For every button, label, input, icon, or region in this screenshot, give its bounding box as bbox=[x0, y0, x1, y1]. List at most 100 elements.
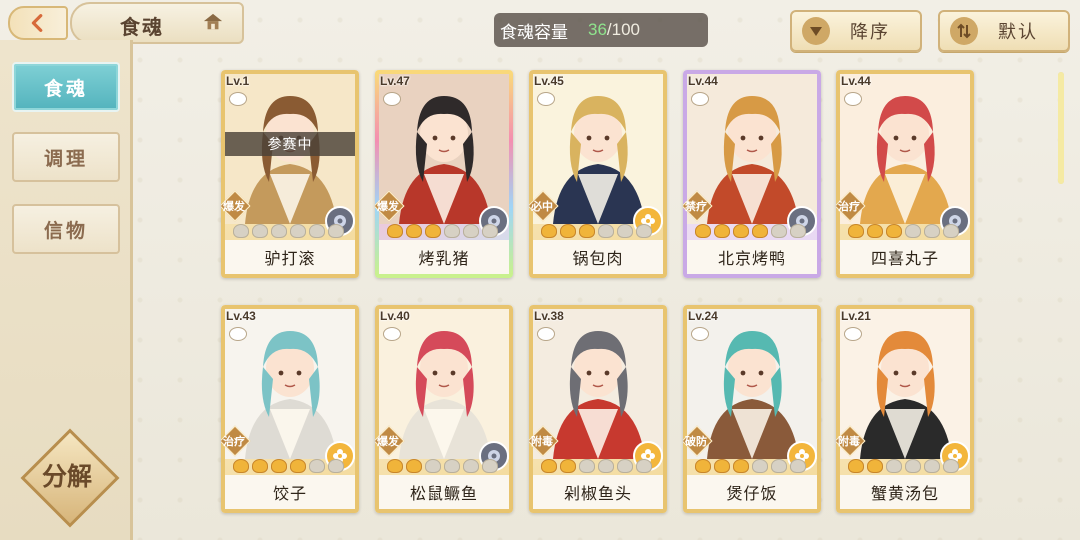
level-label: Lv.43 bbox=[226, 309, 256, 323]
star-icon bbox=[886, 224, 902, 238]
role-badge: 必中 bbox=[529, 190, 559, 222]
role-label: 附毒 bbox=[838, 436, 860, 448]
star-icon bbox=[444, 459, 460, 473]
star-icon bbox=[406, 224, 422, 238]
star-icon bbox=[771, 224, 787, 238]
star-icon bbox=[425, 224, 441, 238]
tab-tokens-label: 信物 bbox=[43, 220, 88, 242]
star-icon bbox=[733, 224, 749, 238]
star-rating bbox=[848, 459, 959, 473]
scrollbar-thumb[interactable] bbox=[1058, 72, 1064, 184]
star-icon bbox=[579, 459, 595, 473]
tab-tokens[interactable]: 信物 bbox=[12, 204, 120, 254]
level-label: Lv.1 bbox=[226, 74, 250, 88]
star-icon bbox=[905, 224, 921, 238]
star-icon bbox=[943, 459, 959, 473]
star-icon bbox=[714, 224, 730, 238]
star-icon bbox=[733, 459, 749, 473]
level-label: Lv.45 bbox=[534, 74, 564, 88]
role-badge: 附毒 bbox=[529, 425, 559, 457]
level-label: Lv.38 bbox=[534, 309, 564, 323]
role-badge: 禁疗 bbox=[683, 190, 713, 222]
scrollbar[interactable] bbox=[1058, 72, 1064, 184]
food-soul-card[interactable]: Lv.44 禁疗 北京烤鸭 bbox=[683, 70, 821, 278]
level-label: Lv.40 bbox=[380, 309, 410, 323]
sort-default-label: 默认 bbox=[998, 22, 1038, 42]
food-soul-card[interactable]: Lv.40 爆发 松鼠鳜鱼 bbox=[375, 305, 513, 513]
card-name: 驴打滚 bbox=[225, 240, 355, 274]
food-soul-card[interactable]: Lv.1 参赛中 爆发 驴打滚 bbox=[221, 70, 359, 278]
status-ribbon: 参赛中 bbox=[225, 132, 355, 156]
star-icon bbox=[636, 224, 652, 238]
tab-cooking[interactable]: 调理 bbox=[12, 132, 120, 182]
back-button[interactable] bbox=[8, 6, 68, 40]
level-label: Lv.44 bbox=[688, 74, 718, 88]
star-icon bbox=[328, 224, 344, 238]
star-icon bbox=[482, 224, 498, 238]
tab-food-souls[interactable]: 食魂 bbox=[12, 62, 120, 112]
decompose-label: 分解 bbox=[41, 463, 92, 491]
card-name: 蟹黄汤包 bbox=[840, 475, 970, 509]
level-label: Lv.47 bbox=[380, 74, 410, 88]
top-bar: 食魂 食魂容量 36 /100 降序 默认 bbox=[0, 0, 1080, 56]
capacity-current: 36 bbox=[588, 20, 607, 39]
tab-cooking-label: 调理 bbox=[43, 148, 88, 170]
food-soul-card[interactable]: Lv.24 破防 煲仔饭 bbox=[683, 305, 821, 513]
chat-bubble-icon bbox=[383, 327, 401, 341]
chat-bubble-icon bbox=[229, 327, 247, 341]
role-badge: 爆发 bbox=[375, 425, 405, 457]
card-name: 煲仔饭 bbox=[687, 475, 817, 509]
role-badge: 破防 bbox=[683, 425, 713, 457]
star-icon bbox=[482, 459, 498, 473]
star-icon bbox=[598, 224, 614, 238]
star-icon bbox=[444, 224, 460, 238]
chat-bubble-icon bbox=[691, 92, 709, 106]
role-label: 治疗 bbox=[223, 436, 245, 448]
role-label: 爆发 bbox=[377, 436, 399, 448]
level-label: Lv.24 bbox=[688, 309, 718, 323]
card-name: 北京烤鸭 bbox=[687, 240, 817, 274]
star-icon bbox=[425, 459, 441, 473]
star-icon bbox=[560, 224, 576, 238]
sort-default-button[interactable]: 默认 bbox=[938, 10, 1070, 52]
home-icon[interactable] bbox=[202, 12, 224, 32]
card-name: 剁椒鱼头 bbox=[533, 475, 663, 509]
page-title-tab: 食魂 bbox=[70, 2, 244, 44]
level-label: Lv.21 bbox=[841, 309, 871, 323]
star-icon bbox=[463, 459, 479, 473]
card-name: 四喜丸子 bbox=[840, 240, 970, 274]
food-soul-card[interactable]: Lv.47 爆发 烤乳猪 bbox=[375, 70, 513, 278]
star-icon bbox=[617, 459, 633, 473]
star-icon bbox=[636, 459, 652, 473]
role-label: 破防 bbox=[685, 436, 707, 448]
star-icon bbox=[328, 459, 344, 473]
star-icon bbox=[579, 224, 595, 238]
food-soul-card[interactable]: Lv.21 附毒 蟹黄汤包 bbox=[836, 305, 974, 513]
star-rating bbox=[233, 459, 344, 473]
star-icon bbox=[252, 224, 268, 238]
star-rating bbox=[541, 224, 652, 238]
sort-arrows-icon bbox=[950, 17, 978, 45]
star-rating bbox=[695, 459, 806, 473]
star-icon bbox=[867, 459, 883, 473]
chat-bubble-icon bbox=[844, 327, 862, 341]
decompose-button[interactable]: 分解 bbox=[20, 428, 120, 528]
food-soul-card[interactable]: Lv.38 附毒 剁椒鱼头 bbox=[529, 305, 667, 513]
food-soul-card[interactable]: Lv.44 治疗 四喜丸子 bbox=[836, 70, 974, 278]
star-rating bbox=[387, 224, 498, 238]
food-soul-card[interactable]: Lv.43 治疗 饺子 bbox=[221, 305, 359, 513]
chat-bubble-icon bbox=[383, 92, 401, 106]
role-label: 爆发 bbox=[223, 201, 245, 213]
role-label: 附毒 bbox=[531, 436, 553, 448]
star-icon bbox=[848, 224, 864, 238]
sort-order-button[interactable]: 降序 bbox=[790, 10, 922, 52]
capacity-indicator: 食魂容量 36 /100 bbox=[494, 13, 708, 47]
page-title: 食魂 bbox=[120, 17, 164, 39]
star-icon bbox=[271, 224, 287, 238]
star-rating bbox=[541, 459, 652, 473]
food-soul-card[interactable]: Lv.45 必中 锅包肉 bbox=[529, 70, 667, 278]
star-icon bbox=[790, 224, 806, 238]
star-icon bbox=[790, 459, 806, 473]
star-icon bbox=[752, 224, 768, 238]
role-badge: 爆发 bbox=[375, 190, 405, 222]
